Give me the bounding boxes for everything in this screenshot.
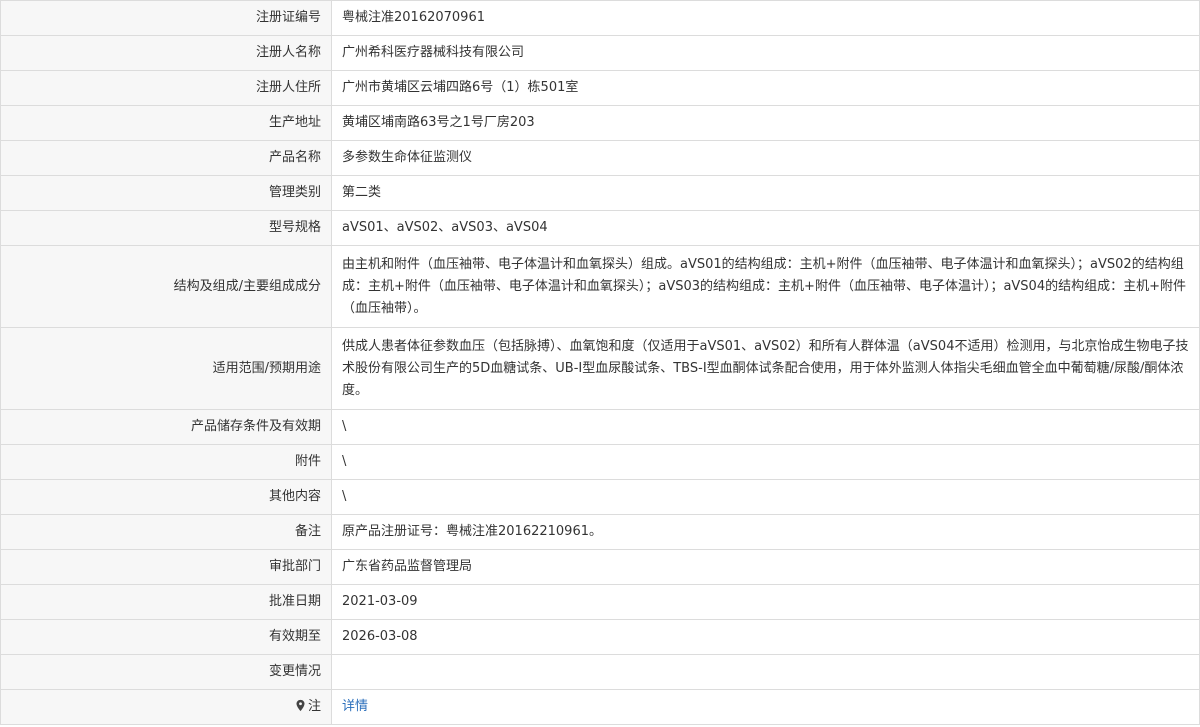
row-value: \ <box>331 479 1200 515</box>
row-value: \ <box>331 409 1200 445</box>
row-label: 产品储存条件及有效期 <box>0 409 332 445</box>
row-value: 多参数生命体征监测仪 <box>331 140 1200 176</box>
registration-detail-table: 注册证编号 粤械注准20162070961 注册人名称 广州希科医疗器械科技有限… <box>0 0 1200 725</box>
table-row: 变更情况 <box>0 654 1200 690</box>
table-row: 有效期至 2026-03-08 <box>0 619 1200 655</box>
row-value: 2026-03-08 <box>331 619 1200 655</box>
row-label: 注册证编号 <box>0 0 332 36</box>
row-value: aVS01、aVS02、aVS03、aVS04 <box>331 210 1200 246</box>
table-row: 适用范围/预期用途 供成人患者体征参数血压（包括脉搏）、血氧饱和度（仅适用于aV… <box>0 327 1200 410</box>
table-row: 备注 原产品注册证号：粤械注准20162210961。 <box>0 514 1200 550</box>
note-label-cell: 注 <box>0 689 332 725</box>
row-label: 结构及组成/主要组成成分 <box>0 245 332 328</box>
map-pin-icon <box>296 699 305 712</box>
row-label: 产品名称 <box>0 140 332 176</box>
row-label: 变更情况 <box>0 654 332 690</box>
table-row: 注册人住所 广州市黄埔区云埔四路6号（1）栋501室 <box>0 70 1200 106</box>
row-label: 生产地址 <box>0 105 332 141</box>
row-label: 有效期至 <box>0 619 332 655</box>
table-row: 生产地址 黄埔区埔南路63号之1号厂房203 <box>0 105 1200 141</box>
row-label: 注册人名称 <box>0 35 332 71</box>
table-row: 审批部门 广东省药品监督管理局 <box>0 549 1200 585</box>
table-row: 批准日期 2021-03-09 <box>0 584 1200 620</box>
row-label: 附件 <box>0 444 332 480</box>
row-value <box>331 654 1200 690</box>
row-label: 备注 <box>0 514 332 550</box>
table-row: 管理类别 第二类 <box>0 175 1200 211</box>
row-value: 广东省药品监督管理局 <box>331 549 1200 585</box>
table-row: 其他内容 \ <box>0 479 1200 515</box>
row-value: 供成人患者体征参数血压（包括脉搏）、血氧饱和度（仅适用于aVS01、aVS02）… <box>331 327 1200 410</box>
row-value: 粤械注准20162070961 <box>331 0 1200 36</box>
row-label: 审批部门 <box>0 549 332 585</box>
row-value: 原产品注册证号：粤械注准20162210961。 <box>331 514 1200 550</box>
row-value: 广州希科医疗器械科技有限公司 <box>331 35 1200 71</box>
table-row: 注册证编号 粤械注准20162070961 <box>0 0 1200 36</box>
table-row: 附件 \ <box>0 444 1200 480</box>
details-link[interactable]: 详情 <box>342 699 368 714</box>
row-value: 由主机和附件（血压袖带、电子体温计和血氧探头）组成。aVS01的结构组成：主机+… <box>331 245 1200 328</box>
table-row: 注册人名称 广州希科医疗器械科技有限公司 <box>0 35 1200 71</box>
row-value: 广州市黄埔区云埔四路6号（1）栋501室 <box>331 70 1200 106</box>
row-label: 管理类别 <box>0 175 332 211</box>
note-row: 注 详情 <box>0 689 1200 725</box>
row-label: 注册人住所 <box>0 70 332 106</box>
table-row: 产品名称 多参数生命体征监测仪 <box>0 140 1200 176</box>
row-label: 其他内容 <box>0 479 332 515</box>
table-row: 结构及组成/主要组成成分 由主机和附件（血压袖带、电子体温计和血氧探头）组成。a… <box>0 245 1200 328</box>
row-label: 适用范围/预期用途 <box>0 327 332 410</box>
row-value: \ <box>331 444 1200 480</box>
row-label: 型号规格 <box>0 210 332 246</box>
table-row: 型号规格 aVS01、aVS02、aVS03、aVS04 <box>0 210 1200 246</box>
row-label: 批准日期 <box>0 584 332 620</box>
note-value: 详情 <box>331 689 1200 725</box>
row-value: 2021-03-09 <box>331 584 1200 620</box>
row-value: 黄埔区埔南路63号之1号厂房203 <box>331 105 1200 141</box>
table-row: 产品储存条件及有效期 \ <box>0 409 1200 445</box>
note-label: 注 <box>307 699 321 714</box>
row-value: 第二类 <box>331 175 1200 211</box>
